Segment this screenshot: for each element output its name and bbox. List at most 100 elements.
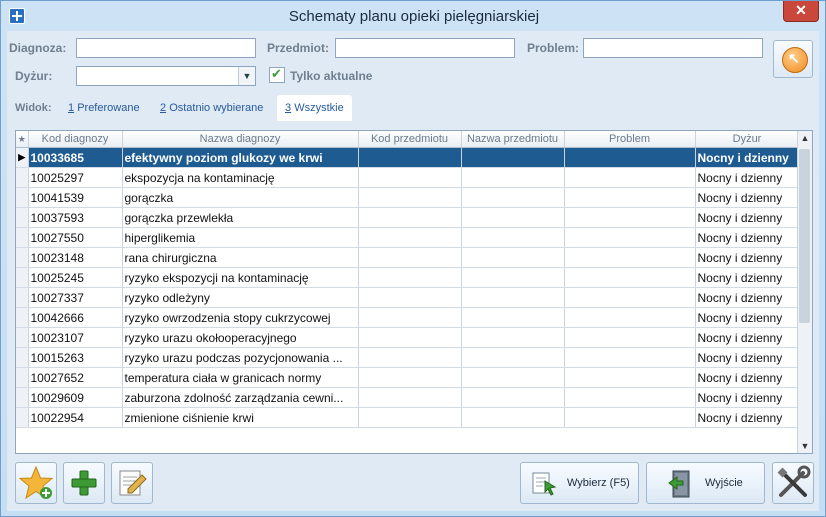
row-indicator[interactable] (16, 187, 29, 208)
table-row[interactable]: 10027337 ryzyko odleżyny Nocny i dzienny (16, 287, 800, 308)
cell-nazwa-przedmiotu[interactable] (461, 327, 565, 348)
cell-kod-diagnozy[interactable]: 10041539 (28, 187, 123, 208)
cell-problem[interactable] (564, 327, 696, 348)
przedmiot-input[interactable] (335, 38, 515, 58)
cell-kod-przedmiotu[interactable] (358, 307, 462, 328)
cell-problem[interactable] (564, 367, 696, 388)
table-row[interactable]: 10025297 ekspozycja na kontaminację Nocny … (16, 167, 800, 188)
cell-dyzur[interactable]: Nocny i dzienny (695, 267, 800, 288)
problem-input[interactable] (583, 38, 763, 58)
diagnoses-grid[interactable]: ★ Kod diagnozy Nazwa diagnozy Kod przedm… (15, 130, 813, 454)
row-indicator[interactable] (16, 207, 29, 228)
table-row[interactable]: 10029609 zaburzona zdolność zarządzania c… (16, 387, 800, 408)
cell-nazwa-diagnozy[interactable]: zaburzona zdolność zarządzania cewni... (122, 387, 359, 408)
column-header-kod-przedmiotu[interactable]: Kod przedmiotu (358, 131, 462, 148)
cell-kod-przedmiotu[interactable] (358, 327, 462, 348)
cell-dyzur[interactable]: Nocny i dzienny (695, 367, 800, 388)
table-row[interactable]: 10022954 zmienione ciśnienie krwi Nocny i … (16, 407, 800, 428)
cell-dyzur[interactable]: Nocny i dzienny (695, 247, 800, 268)
column-header-kod-diagnozy[interactable]: Kod diagnozy (28, 131, 123, 148)
cell-nazwa-diagnozy[interactable]: efektywny poziom glukozy we krwi (122, 147, 359, 168)
cell-nazwa-diagnozy[interactable]: ekspozycja na kontaminację (122, 167, 359, 188)
cell-nazwa-diagnozy[interactable]: rana chirurgiczna (122, 247, 359, 268)
table-row[interactable]: 10015263 ryzyko urazu podczas pozycjonowa… (16, 347, 800, 368)
table-row[interactable]: 10023148 rana chirurgiczna Nocny i dzienny (16, 247, 800, 268)
cell-problem[interactable] (564, 207, 696, 228)
cell-dyzur[interactable]: Nocny i dzienny (695, 327, 800, 348)
cell-kod-diagnozy[interactable]: 10027652 (28, 367, 123, 388)
cell-problem[interactable] (564, 227, 696, 248)
dyzur-select[interactable]: ▼ (76, 66, 256, 86)
cell-nazwa-przedmiotu[interactable] (461, 387, 565, 408)
cell-nazwa-przedmiotu[interactable] (461, 307, 565, 328)
cell-nazwa-przedmiotu[interactable] (461, 247, 565, 268)
cell-kod-przedmiotu[interactable] (358, 287, 462, 308)
cell-kod-przedmiotu[interactable] (358, 407, 462, 428)
cell-dyzur[interactable]: Nocny i dzienny (695, 347, 800, 368)
tab-wszystkie[interactable]: 3 Wszystkie (277, 95, 352, 121)
cell-kod-diagnozy[interactable]: 10033685 (28, 147, 123, 168)
column-header-nazwa-przedmiotu[interactable]: Nazwa przedmiotu (461, 131, 565, 148)
vertical-scrollbar[interactable]: ▲ ▼ (797, 131, 812, 453)
cell-problem[interactable] (564, 347, 696, 368)
row-indicator[interactable] (16, 167, 29, 188)
diagnoza-input[interactable] (76, 38, 256, 58)
cell-nazwa-diagnozy[interactable]: ryzyko urazu okołooperacyjnego (122, 327, 359, 348)
cell-kod-diagnozy[interactable]: 10025297 (28, 167, 123, 188)
table-row[interactable]: 10041539 gorączka Nocny i dzienny (16, 187, 800, 208)
cell-problem[interactable] (564, 147, 696, 168)
cell-nazwa-przedmiotu[interactable] (461, 187, 565, 208)
cell-kod-diagnozy[interactable]: 10015263 (28, 347, 123, 368)
cell-kod-przedmiotu[interactable] (358, 387, 462, 408)
cell-problem[interactable] (564, 287, 696, 308)
row-indicator[interactable] (16, 347, 29, 368)
cell-kod-diagnozy[interactable]: 10027337 (28, 287, 123, 308)
close-button[interactable]: ✕ (783, 1, 819, 22)
cell-nazwa-przedmiotu[interactable] (461, 167, 565, 188)
clear-filters-button[interactable] (773, 40, 813, 78)
cell-kod-przedmiotu[interactable] (358, 367, 462, 388)
tools-button[interactable] (772, 462, 814, 504)
cell-nazwa-diagnozy[interactable]: hiperglikemia (122, 227, 359, 248)
row-indicator[interactable] (16, 327, 29, 348)
row-indicator[interactable] (16, 307, 29, 328)
cell-kod-diagnozy[interactable]: 10029609 (28, 387, 123, 408)
table-row[interactable]: 10037593 gorączka przewlekła Nocny i dzien… (16, 207, 800, 228)
column-header-problem[interactable]: Problem (564, 131, 696, 148)
cell-kod-diagnozy[interactable]: 10022954 (28, 407, 123, 428)
tab-preferowane[interactable]: 1 Preferowane (68, 95, 140, 121)
table-row[interactable]: 10023107 ryzyko urazu okołooperacyjnego No… (16, 327, 800, 348)
cell-kod-przedmiotu[interactable] (358, 247, 462, 268)
cell-kod-przedmiotu[interactable] (358, 167, 462, 188)
chevron-down-icon[interactable]: ▼ (238, 67, 255, 85)
cell-nazwa-przedmiotu[interactable] (461, 227, 565, 248)
cell-nazwa-przedmiotu[interactable] (461, 287, 565, 308)
cell-nazwa-diagnozy[interactable]: ryzyko owrzodzenia stopy cukrzycowej (122, 307, 359, 328)
row-indicator[interactable] (16, 407, 29, 428)
cell-nazwa-przedmiotu[interactable] (461, 267, 565, 288)
column-header-nazwa-diagnozy[interactable]: Nazwa diagnozy (122, 131, 359, 148)
cell-nazwa-diagnozy[interactable]: ryzyko ekspozycji na kontaminację (122, 267, 359, 288)
wybierz-button[interactable]: Wybierz (F5) (520, 462, 639, 504)
table-row[interactable]: 10025245 ryzyko ekspozycji na kontaminacj… (16, 267, 800, 288)
cell-dyzur[interactable]: Nocny i dzienny (695, 387, 800, 408)
cell-nazwa-diagnozy[interactable]: gorączka (122, 187, 359, 208)
row-indicator[interactable] (16, 267, 29, 288)
add-button[interactable] (63, 462, 105, 504)
table-row[interactable]: 10042666 ryzyko owrzodzenia stopy cukrzyc… (16, 307, 800, 328)
cell-nazwa-diagnozy[interactable]: gorączka przewlekła (122, 207, 359, 228)
cell-problem[interactable] (564, 167, 696, 188)
cell-nazwa-przedmiotu[interactable] (461, 407, 565, 428)
row-indicator[interactable] (16, 387, 29, 408)
scroll-down-icon[interactable]: ▼ (798, 439, 812, 453)
cell-kod-przedmiotu[interactable] (358, 227, 462, 248)
tylko-aktualne-checkbox[interactable] (269, 66, 285, 83)
cell-dyzur[interactable]: Nocny i dzienny (695, 147, 800, 168)
favorite-button[interactable] (15, 462, 57, 504)
row-indicator[interactable] (16, 367, 29, 388)
cell-dyzur[interactable]: Nocny i dzienny (695, 307, 800, 328)
cell-dyzur[interactable]: Nocny i dzienny (695, 227, 800, 248)
cell-problem[interactable] (564, 267, 696, 288)
cell-dyzur[interactable]: Nocny i dzienny (695, 287, 800, 308)
row-indicator[interactable] (16, 227, 29, 248)
